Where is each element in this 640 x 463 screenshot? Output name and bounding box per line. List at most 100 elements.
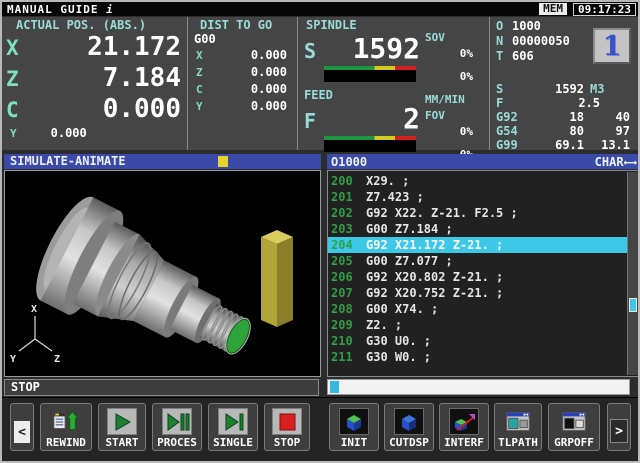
spindle-override-label: SOV (423, 30, 487, 46)
axis-row-c: C 0.000 (2, 94, 187, 125)
simulate-title: SIMULATE-ANIMATE (10, 154, 126, 168)
char-nav-arrows: ←→ (624, 155, 636, 169)
softkey-tlpath[interactable]: TLPATH (494, 403, 542, 451)
softkey-cutdsp[interactable]: CUTDSP (384, 403, 434, 451)
spindle-feed-panel: SPINDLE S 1592 FEED F 2 SOV 0% 0% MM/MIN (297, 17, 489, 150)
softkey-single[interactable]: SINGLE (208, 403, 258, 451)
program-line[interactable]: 206G92 X20.802 Z-21. ; (328, 269, 629, 285)
single-block-icon (218, 408, 248, 435)
program-line[interactable]: 211G30 W0. ; (328, 349, 629, 365)
dist-to-go-panel: DIST TO GO G00 X 0.000 Z 0.000 C 0.000 Y… (187, 17, 297, 150)
key-input-field[interactable] (327, 379, 630, 395)
simulation-3d-view: X Y Z (4, 170, 321, 377)
program-line-current[interactable]: 204G92 X21.172 Z-21. ; (328, 237, 629, 253)
dist-row-z: Z 0.000 (188, 65, 297, 82)
softkey-process[interactable]: PROCES (152, 403, 202, 451)
simulate-title-bar: SIMULATE-ANIMATE (4, 154, 321, 169)
softkey-toolbar: < REWIND START (2, 397, 638, 462)
cnc-screen: MANUAL GUIDE i MEM 09:17:23 ACTUAL POS. … (0, 0, 640, 463)
feed-override-value: 0% (423, 124, 487, 140)
axis-label-x: X (31, 304, 37, 315)
program-line[interactable]: 201Z7.423 ; (328, 189, 629, 205)
machine-status-text: STOP (11, 380, 40, 394)
cutting-tool (261, 230, 293, 327)
softkey-page-right[interactable]: > (607, 403, 631, 451)
softkey-page-left[interactable]: < (10, 403, 34, 451)
program-info-panel: O 1000 N 00000050 T 606 1 S 1592 M3 F (489, 17, 638, 150)
interference-icon (449, 408, 479, 435)
workpiece-render: X Y Z (5, 171, 320, 376)
clock: 09:17:23 (573, 3, 636, 16)
modal-s-row: S 1592 M3 (490, 82, 638, 96)
cut-display-icon (394, 408, 424, 435)
feed-load-meter (324, 136, 416, 152)
program-header-bar: O1000 CHAR ←→ (327, 154, 640, 169)
app-title: MANUAL GUIDE i (2, 3, 114, 16)
modal-g54-row: G54 80 97 (490, 124, 638, 138)
modal-f-row: F 2.5 (490, 96, 638, 110)
actual-position-panel: ACTUAL POS. (ABS.) X 21.172 Z 7.184 C 0.… (2, 17, 187, 150)
program-listing: 200X29. ; 201Z7.423 ; 202G92 X22. Z-21. … (327, 170, 640, 377)
program-scrollbar[interactable] (627, 172, 638, 375)
axis-value-y: 0.000 (51, 126, 87, 140)
axis-label-z: Z (54, 354, 60, 365)
stop-icon (272, 408, 302, 435)
start-icon (107, 408, 137, 435)
softkey-init[interactable]: INIT (329, 403, 379, 451)
axis-value-z: 7.184 (28, 63, 181, 93)
actual-position-title: ACTUAL POS. (ABS.) (2, 17, 187, 32)
input-cursor (330, 381, 339, 393)
dist-row-y: Y 0.000 (188, 99, 297, 116)
axis-value-c: 0.000 (28, 94, 181, 124)
dist-row-x: X 0.000 (188, 48, 297, 65)
softkey-rewind[interactable]: REWIND (40, 403, 92, 451)
program-line[interactable]: 200X29. ; (328, 173, 629, 189)
axis-row-y: Y 0.000 (2, 126, 187, 140)
feed-rate-value: 2 (316, 102, 420, 135)
program-line[interactable]: 202G92 X22. Z-21. F2.5 ; (328, 205, 629, 221)
axis-row-x: X 21.172 (2, 32, 187, 63)
program-line[interactable]: 210G30 U0. ; (328, 333, 629, 349)
tool-path-icon (503, 408, 533, 435)
softkey-interf[interactable]: INTERF (439, 403, 489, 451)
program-line[interactable]: 203G00 Z7.184 ; (328, 221, 629, 237)
spindle-load-meter (324, 66, 416, 82)
program-line[interactable]: 208G00 X74. ; (328, 301, 629, 317)
program-line[interactable]: 209Z2. ; (328, 317, 629, 333)
softkey-grpoff[interactable]: GRPOFF (548, 403, 600, 451)
scrollbar-thumb[interactable] (629, 298, 637, 312)
program-line[interactable]: 207G92 X20.752 Z-21. ; (328, 285, 629, 301)
program-name: O1000 (331, 155, 595, 169)
feed-override-label: FOV (423, 108, 487, 124)
axis-label-y: Y (10, 354, 16, 365)
char-nav-label: CHAR (595, 155, 624, 169)
machine-status-bar: STOP (4, 379, 319, 396)
active-tool-indicator: 1 (593, 28, 631, 64)
axis-value-x: 21.172 (28, 32, 181, 62)
program-line[interactable]: 205G00 Z7.077 ; (328, 253, 629, 269)
spindle-speed: S 1592 (304, 32, 420, 65)
modal-g99-row: G99 69.1 13.1 (490, 138, 638, 152)
simulate-progress-marker (218, 156, 228, 167)
softkey-stop[interactable]: STOP (264, 403, 310, 451)
process-icon (162, 408, 192, 435)
spindle-speed-value: 1592 (316, 32, 420, 65)
mode-badge: MEM (539, 3, 567, 15)
modal-g92-row: G92 18 40 (490, 110, 638, 124)
rewind-icon (51, 408, 81, 435)
softkey-start[interactable]: START (98, 403, 146, 451)
spindle-load-value: 0% (423, 69, 487, 85)
chevron-right-icon: > (610, 419, 628, 443)
top-data-row: ACTUAL POS. (ABS.) X 21.172 Z 7.184 C 0.… (2, 17, 638, 150)
title-bar: MANUAL GUIDE i MEM 09:17:23 (2, 2, 638, 16)
axis-row-z: Z 7.184 (2, 63, 187, 94)
graphic-off-icon (559, 408, 589, 435)
feed-title: FEED (304, 88, 420, 102)
dist-gcode: G00 (188, 32, 297, 48)
dist-row-c: C 0.000 (188, 82, 297, 99)
init-cube-icon (339, 408, 369, 435)
feed-unit-label: MM/MIN (423, 92, 487, 108)
feed-rate: F 2 (304, 102, 420, 135)
dist-to-go-title: DIST TO GO (188, 17, 297, 32)
chevron-left-icon: < (14, 421, 30, 443)
